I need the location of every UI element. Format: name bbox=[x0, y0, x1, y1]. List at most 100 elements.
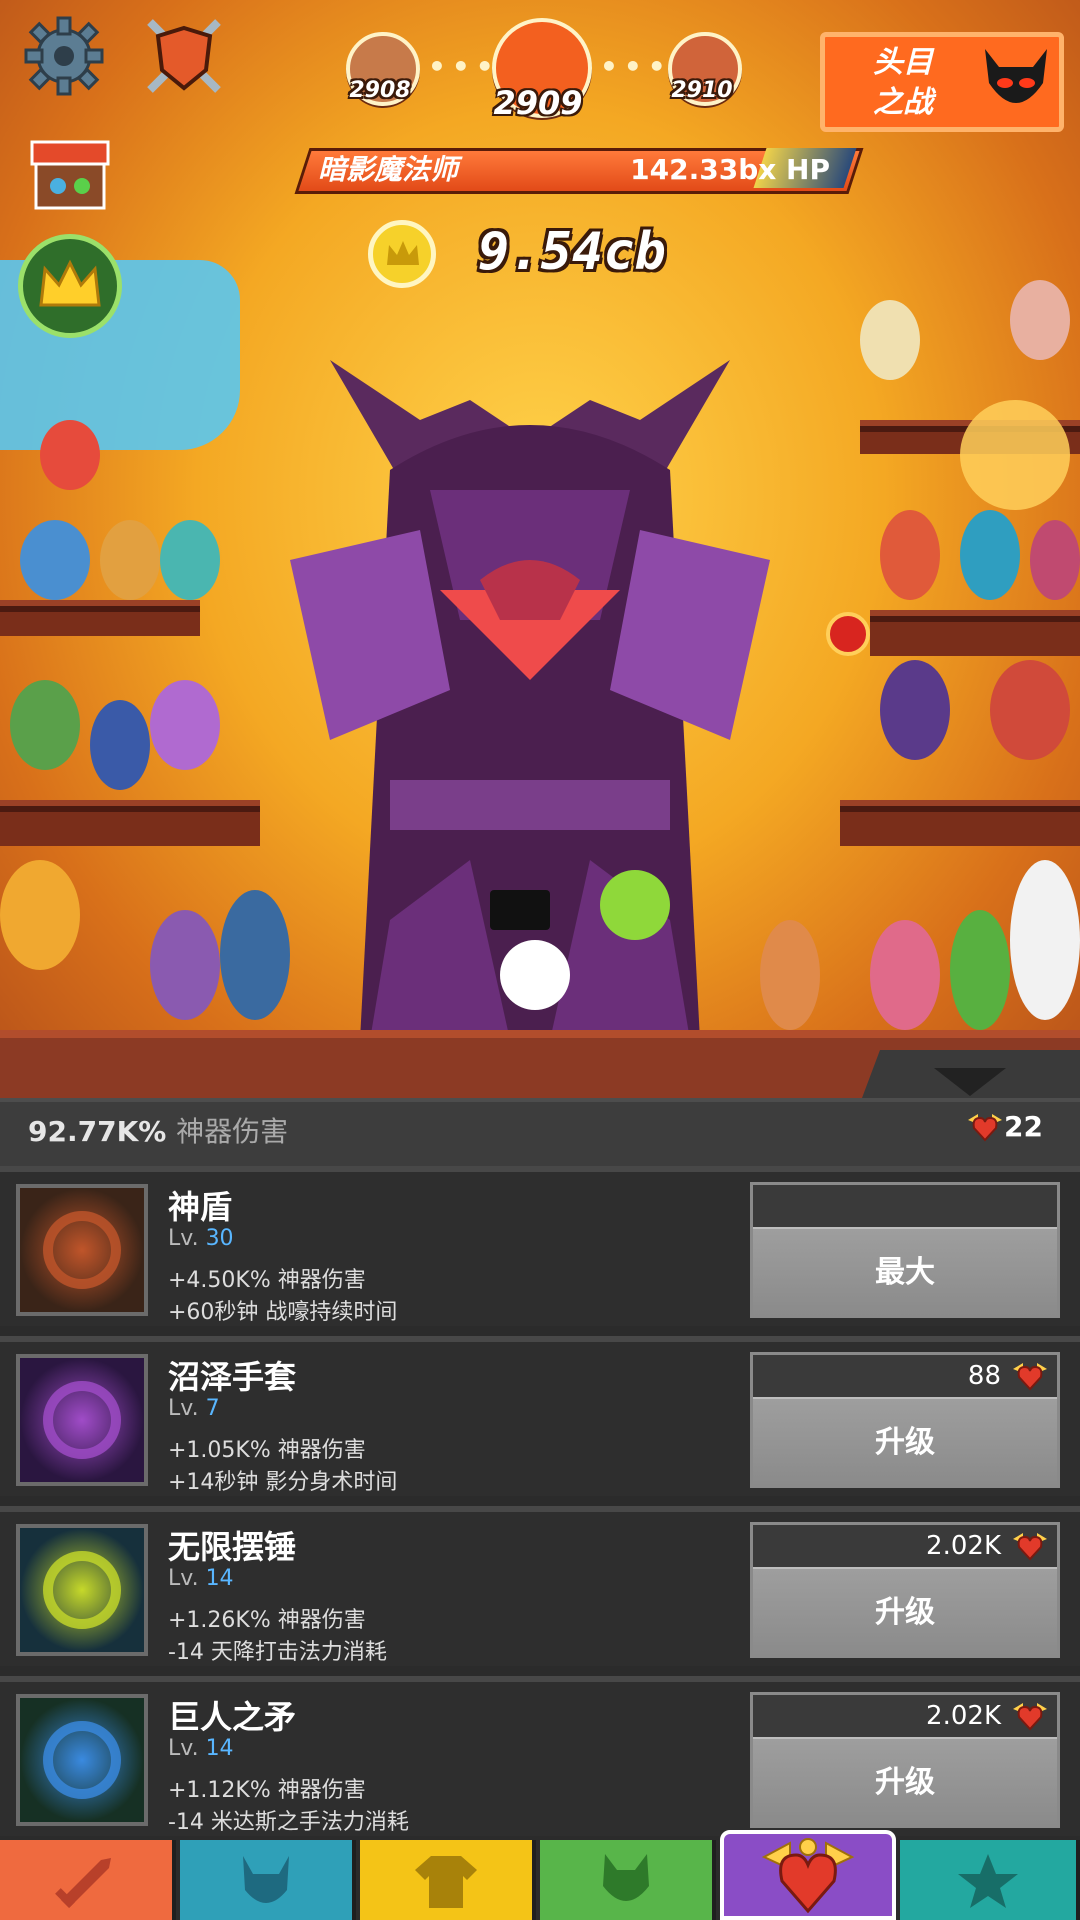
artifact-effect-damage: +1.05K% 神器伤害 bbox=[168, 1438, 366, 1463]
artifact-effect-skill: +14秒钟 影分身术时间 bbox=[168, 1470, 398, 1495]
tab-artifacts[interactable] bbox=[720, 1830, 896, 1920]
right-shelf-mid bbox=[870, 610, 1080, 656]
artifact-icon bbox=[43, 1721, 121, 1799]
upgrade-button[interactable]: 升级 bbox=[753, 1567, 1057, 1657]
artifact-level: Lv. 7 bbox=[168, 1396, 220, 1421]
level-value: 14 bbox=[205, 1736, 234, 1761]
artifact-thumbnail[interactable] bbox=[16, 1524, 148, 1656]
relic-count: 22 bbox=[1004, 1110, 1043, 1143]
bottom-nav bbox=[0, 1830, 1080, 1920]
fireball-effect bbox=[826, 612, 870, 656]
game-scene[interactable]: 2908 ••• 2909 ••• 2910 头目 之战 暗影魔法师 142.3… bbox=[0, 0, 1080, 1100]
hero-figure bbox=[0, 860, 80, 970]
winged-heart-icon bbox=[1013, 1363, 1047, 1391]
hero-figure bbox=[150, 910, 220, 1020]
hero-figure bbox=[10, 680, 80, 770]
tab-equipment[interactable] bbox=[360, 1840, 536, 1920]
viking-helmet-icon bbox=[243, 1856, 289, 1903]
gear-icon bbox=[24, 16, 104, 96]
shop-stall-icon bbox=[30, 140, 110, 210]
level-label: Lv. bbox=[168, 1396, 199, 1421]
total-damage-value: 92.77K% bbox=[28, 1115, 167, 1148]
artifact-level: Lv. 14 bbox=[168, 1736, 234, 1761]
chevron-down-icon bbox=[934, 1068, 1006, 1096]
upgrade-cost: 2.02K bbox=[926, 1531, 1001, 1561]
boss-shadow-mage[interactable] bbox=[270, 360, 790, 1040]
tab-heroes[interactable] bbox=[180, 1840, 356, 1920]
crown-coin-icon bbox=[368, 220, 436, 288]
tab-sword-master[interactable] bbox=[0, 1840, 176, 1920]
artifact-effect-damage: +1.26K% 神器伤害 bbox=[168, 1608, 366, 1633]
level-label: Lv. bbox=[168, 1226, 199, 1251]
hero-figure bbox=[40, 420, 100, 490]
artifact-level: Lv. 30 bbox=[168, 1226, 234, 1251]
hero-figure bbox=[950, 910, 1010, 1030]
hero-figure bbox=[880, 510, 940, 600]
shop-button[interactable] bbox=[24, 130, 116, 222]
hero-figure bbox=[1010, 280, 1070, 360]
artifact-effect-damage: +1.12K% 神器伤害 bbox=[168, 1778, 366, 1803]
gold-amount: 9.54cb bbox=[478, 222, 666, 282]
artifact-name: 巨人之矛 bbox=[168, 1698, 297, 1736]
green-pet bbox=[600, 870, 670, 940]
boss-hp-text: 142.33bx HP bbox=[630, 153, 830, 186]
hero-figure bbox=[990, 660, 1070, 760]
winged-heart-icon bbox=[1013, 1533, 1047, 1561]
artifact-thumbnail[interactable] bbox=[16, 1694, 148, 1826]
vip-button[interactable] bbox=[18, 234, 122, 338]
artifact-icon bbox=[43, 1211, 121, 1289]
hero-figure bbox=[160, 520, 220, 600]
upgrade-button[interactable]: 升级 bbox=[753, 1397, 1057, 1487]
explosion-effect bbox=[960, 400, 1070, 510]
stage-current: 2909 bbox=[493, 84, 583, 122]
hero-figure bbox=[960, 510, 1020, 600]
upgrade-control: 2.02K 升级 bbox=[750, 1522, 1060, 1658]
shield-swords-icon bbox=[147, 19, 221, 93]
winged-heart-icon bbox=[761, 1838, 855, 1914]
hero-figure bbox=[760, 920, 820, 1030]
boss-name: 暗影魔法师 bbox=[318, 153, 459, 186]
boss-fight-label: 头目 之战 bbox=[873, 45, 933, 120]
winged-heart-icon bbox=[1013, 1703, 1047, 1731]
boss-fight-button[interactable]: 头目 之战 bbox=[820, 32, 1064, 132]
upgrade-control: 2.02K 升级 bbox=[750, 1692, 1060, 1828]
upgrade-cost: 88 bbox=[967, 1361, 1001, 1391]
level-value: 7 bbox=[205, 1396, 220, 1421]
upgrade-cost: 2.02K bbox=[926, 1701, 1001, 1731]
left-shelf-upper bbox=[0, 600, 200, 636]
stage-next: 2910 bbox=[671, 78, 733, 103]
artifact-effect-skill: +60秒钟 战嚎持续时间 bbox=[168, 1300, 398, 1325]
cost-bar: 88 bbox=[753, 1355, 1057, 1397]
clan-button[interactable] bbox=[138, 10, 230, 102]
artifact-thumbnail[interactable] bbox=[16, 1354, 148, 1486]
artifact-row: 神盾 Lv. 30 +4.50K% 神器伤害 +60秒钟 战嚎持续时间 最大 bbox=[0, 1166, 1080, 1326]
artifact-row: 沼泽手套 Lv. 7 +1.05K% 神器伤害 +14秒钟 影分身术时间 88 … bbox=[0, 1336, 1080, 1496]
settings-button[interactable] bbox=[18, 10, 110, 102]
level-value: 14 bbox=[205, 1566, 234, 1591]
artifact-thumbnail[interactable] bbox=[16, 1184, 148, 1316]
artifact-effect-skill: -14 天降打击法力消耗 bbox=[168, 1640, 387, 1665]
total-damage-label: 神器伤害 bbox=[176, 1115, 289, 1148]
artifact-row: 巨人之矛 Lv. 14 +1.12K% 神器伤害 -14 米达斯之手法力消耗 2… bbox=[0, 1676, 1080, 1836]
hero-figure bbox=[100, 520, 160, 600]
hero-figure bbox=[870, 920, 940, 1030]
artifact-effect-skill: -14 米达斯之手法力消耗 bbox=[168, 1810, 409, 1835]
upgrade-button[interactable]: 最大 bbox=[753, 1227, 1057, 1317]
stage-dots-left: ••• bbox=[428, 50, 500, 83]
hero-figure bbox=[1010, 860, 1080, 1020]
hero-figure bbox=[1030, 520, 1080, 600]
tab-shop[interactable] bbox=[900, 1840, 1080, 1920]
cost-bar: 2.02K bbox=[753, 1525, 1057, 1567]
winged-heart-icon bbox=[968, 1114, 1002, 1142]
tunic-icon bbox=[415, 1856, 477, 1908]
pet-head-icon bbox=[603, 1854, 649, 1901]
stage-prev: 2908 bbox=[349, 78, 411, 103]
artifact-icon bbox=[43, 1551, 121, 1629]
upgrade-button[interactable]: 升级 bbox=[753, 1737, 1057, 1827]
artifact-name: 无限摆锤 bbox=[168, 1528, 297, 1566]
artifact-effect-damage: +4.50K% 神器伤害 bbox=[168, 1268, 366, 1293]
tab-pets[interactable] bbox=[540, 1840, 716, 1920]
level-value: 30 bbox=[205, 1226, 234, 1251]
hero-figure bbox=[90, 700, 150, 790]
artifact-name: 沼泽手套 bbox=[168, 1358, 297, 1396]
